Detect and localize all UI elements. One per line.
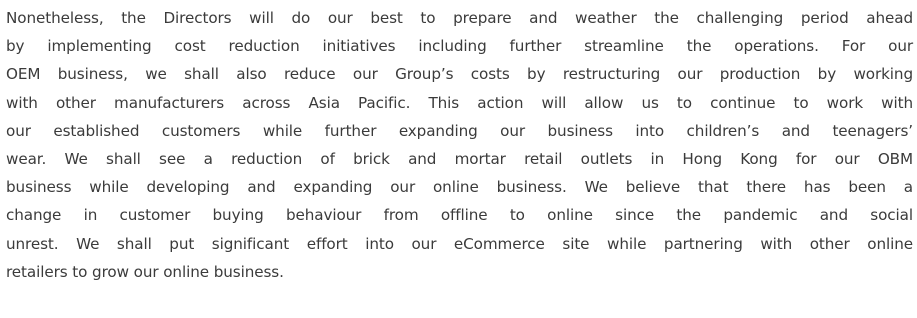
paragraph-line-1: Nonetheless, the Directors will do our b… xyxy=(6,9,913,27)
paragraph-line-9: unrest. We shall put significant effort … xyxy=(6,234,913,253)
paragraph-line-4: with other manufacturers across Asia Pac… xyxy=(6,93,913,112)
paragraph-line-7: business while developing and expanding … xyxy=(6,178,913,197)
document-page: Nonetheless, the Directors will do our b… xyxy=(0,0,917,318)
paragraph-line-3: OEM business, we shall also reduce our G… xyxy=(6,65,913,84)
paragraph-line-6: wear. We shall see a reduction of brick … xyxy=(6,150,913,169)
paragraph-line-2: by implementing cost reduction initiativ… xyxy=(6,37,913,56)
paragraph-line-5: our established customers while further … xyxy=(6,121,913,140)
paragraph-line-8: change in customer buying behaviour from… xyxy=(6,206,913,225)
paragraph-line-10: retailers to grow our online business. xyxy=(6,262,284,281)
body-paragraph: Nonetheless, the Directors will do our b… xyxy=(6,4,913,286)
